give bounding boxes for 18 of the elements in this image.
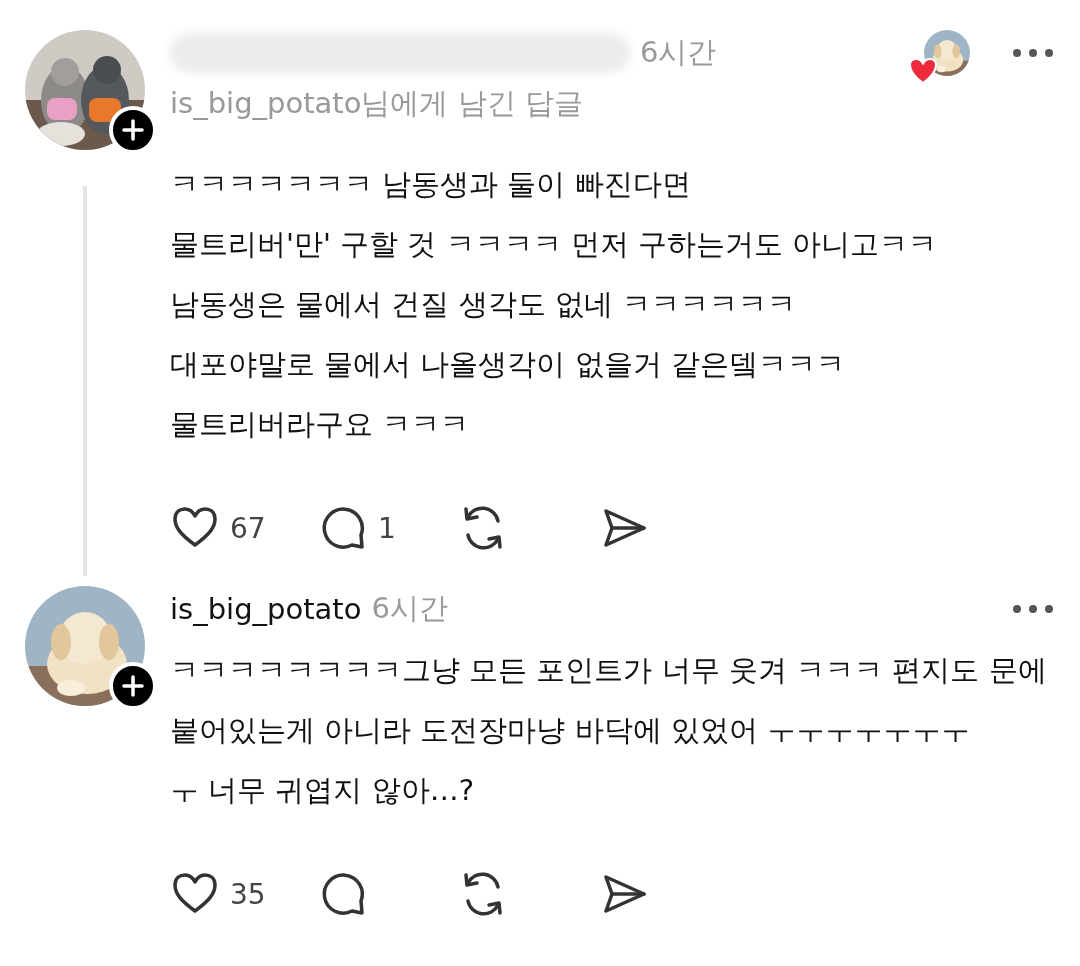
more-icon[interactable]	[1010, 46, 1056, 60]
comment-text: 남동생은 물에서 건질 생각도 없네 ㅋㅋㅋㅋㅋㅋ	[170, 286, 798, 323]
comment-text: 붙어있는게 아니라 도전장마냥 바닥에 있었어 ㅜㅜㅜㅜㅜㅜㅜ	[170, 712, 972, 749]
comment-text: ㅋㅋㅋㅋㅋㅋㅋㅋ그냥 모든 포인트가 너무 웃겨 ㅋㅋㅋ 편지도 문에	[170, 652, 1048, 689]
more-icon[interactable]	[1010, 602, 1056, 616]
plus-icon	[122, 675, 144, 697]
comment-text: 물트리버'만' 구할 것 ㅋㅋㅋㅋ 먼저 구하는거도 아니고ㅋㅋ	[170, 226, 939, 263]
comment-text: 대포야말로 물에서 나올생각이 없을거 같은뎈ㅋㅋㅋ	[170, 346, 846, 383]
username[interactable]: is_big_potato	[170, 592, 362, 626]
comment-text: 물트리버라구요 ㅋㅋㅋ	[170, 406, 471, 443]
reply-count: 1	[378, 511, 396, 545]
plus-icon	[122, 119, 144, 141]
like-count: 67	[230, 511, 266, 545]
like-count: 35	[230, 877, 266, 911]
comment-text: ㅋㅋㅋㅋㅋㅋㅋ 남동생과 둘이 빠진다면	[170, 166, 692, 203]
timestamp: 6시간	[371, 590, 448, 627]
timestamp: 6시간	[640, 34, 717, 71]
comment-text: ㅜ 너무 귀엽지 않아…?	[170, 772, 476, 809]
